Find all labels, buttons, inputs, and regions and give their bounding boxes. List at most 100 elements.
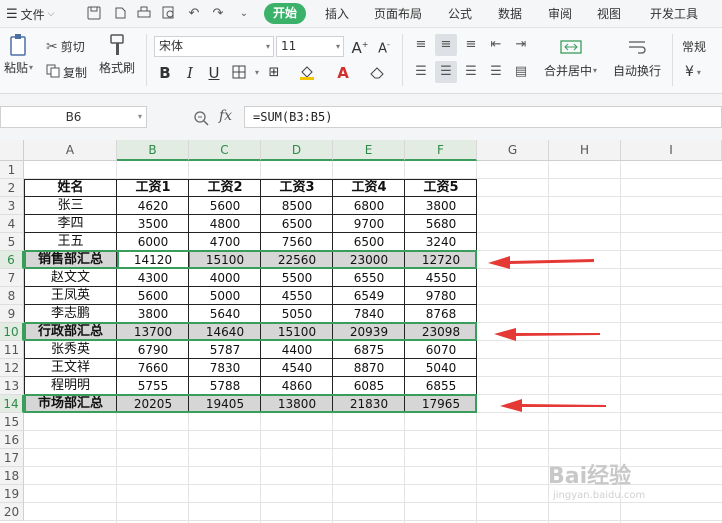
font-name-select[interactable]: 宋体 ▾ (154, 36, 274, 57)
data-cell[interactable]: 6070 (405, 341, 477, 359)
data-cell[interactable]: 程明明 (24, 377, 117, 395)
data-cell[interactable]: 6500 (261, 215, 333, 233)
data-cell[interactable]: 6800 (333, 197, 405, 215)
row-header-5[interactable]: 5 (0, 233, 24, 251)
justify-icon[interactable]: ☰ (485, 61, 507, 83)
decrease-font-icon[interactable]: A- (375, 36, 393, 56)
row-header-10[interactable]: 10 (0, 323, 24, 341)
column-header-f[interactable]: F (405, 140, 477, 161)
formula-input[interactable]: =SUM(B3:B5) (244, 106, 722, 128)
chevron-down-icon[interactable]: ▾ (248, 64, 266, 82)
tab-developer[interactable]: 开发工具 (650, 6, 698, 22)
data-cell[interactable]: 4620 (117, 197, 189, 215)
data-cell[interactable]: 6549 (333, 287, 405, 305)
row-header-1[interactable]: 1 (0, 161, 24, 179)
data-cell[interactable]: 7660 (117, 359, 189, 377)
eraser-icon[interactable] (368, 64, 386, 82)
data-cell[interactable]: 8870 (333, 359, 405, 377)
data-cell[interactable]: 5050 (261, 305, 333, 323)
row-header-17[interactable]: 17 (0, 449, 24, 467)
data-cell[interactable]: 6855 (405, 377, 477, 395)
print-preview-icon[interactable] (161, 6, 177, 22)
column-header-e[interactable]: E (333, 140, 405, 161)
data-cell[interactable]: 5788 (189, 377, 261, 395)
currency-button[interactable]: ¥ ▾ (685, 64, 701, 80)
data-cell[interactable]: 7560 (261, 233, 333, 251)
row-header-4[interactable]: 4 (0, 215, 24, 233)
data-cell[interactable]: 4000 (189, 269, 261, 287)
row-header-8[interactable]: 8 (0, 287, 24, 305)
row-header-13[interactable]: 13 (0, 377, 24, 395)
data-cell[interactable]: 5500 (261, 269, 333, 287)
tab-data[interactable]: 数据 (498, 6, 522, 22)
row-header-9[interactable]: 9 (0, 305, 24, 323)
data-cell[interactable]: 4540 (261, 359, 333, 377)
data-cell[interactable]: 4300 (117, 269, 189, 287)
column-header-g[interactable]: G (477, 140, 549, 161)
data-cell[interactable]: 王五 (24, 233, 117, 251)
wrap-text-button[interactable]: 自动换行 (613, 36, 661, 79)
row-header-7[interactable]: 7 (0, 269, 24, 287)
data-cell[interactable]: 5680 (405, 215, 477, 233)
data-cell[interactable]: 8768 (405, 305, 477, 323)
data-cell[interactable]: 4860 (261, 377, 333, 395)
header-cell[interactable]: 姓名 (24, 179, 117, 197)
data-cell[interactable]: 王文祥 (24, 359, 117, 377)
align-top-icon[interactable]: ≡ (410, 34, 432, 56)
row-header-3[interactable]: 3 (0, 197, 24, 215)
data-cell[interactable]: 6085 (333, 377, 405, 395)
format-painter-button[interactable]: 格式刷 (99, 33, 135, 76)
data-cell[interactable]: 6550 (333, 269, 405, 287)
export-pdf-icon[interactable] (112, 6, 128, 22)
data-cell[interactable]: 4400 (261, 341, 333, 359)
tab-review[interactable]: 审阅 (548, 6, 572, 22)
distributed-align-icon[interactable]: ▤ (510, 61, 532, 83)
align-left-icon[interactable]: ☰ (410, 61, 432, 83)
data-cell[interactable]: 6000 (117, 233, 189, 251)
column-header-d[interactable]: D (261, 140, 333, 161)
zoom-icon[interactable] (193, 110, 209, 130)
tab-home[interactable]: 开始 (264, 3, 307, 24)
select-all-corner[interactable] (0, 140, 24, 161)
align-bottom-icon[interactable]: ≡ (460, 34, 482, 56)
number-format-select[interactable]: 常规 (682, 38, 706, 55)
underline-icon[interactable]: U (205, 64, 223, 82)
row-header-15[interactable]: 15 (0, 413, 24, 431)
data-cell[interactable]: 3800 (405, 197, 477, 215)
align-center-icon[interactable]: ☰ (435, 61, 457, 83)
row-header-2[interactable]: 2 (0, 179, 24, 197)
copy-button[interactable]: 复制 (46, 64, 87, 81)
paste-button[interactable]: 粘贴 ▾ (4, 33, 33, 76)
row-header-18[interactable]: 18 (0, 467, 24, 485)
data-cell[interactable]: 5000 (189, 287, 261, 305)
data-cell[interactable]: 赵文文 (24, 269, 117, 287)
row-header-19[interactable]: 19 (0, 485, 24, 503)
align-right-icon[interactable]: ☰ (460, 61, 482, 83)
data-cell[interactable]: 张三 (24, 197, 117, 215)
data-cell[interactable]: 7830 (189, 359, 261, 377)
align-middle-icon[interactable]: ≡ (435, 34, 457, 56)
row-header-16[interactable]: 16 (0, 431, 24, 449)
data-cell[interactable]: 4550 (261, 287, 333, 305)
tab-insert[interactable]: 插入 (325, 6, 349, 22)
data-cell[interactable]: 李四 (24, 215, 117, 233)
data-cell[interactable]: 6875 (333, 341, 405, 359)
font-size-select[interactable]: 11 ▾ (276, 36, 344, 57)
file-menu[interactable]: ☰ 文件 ⌵ (6, 5, 55, 23)
data-cell[interactable]: 9700 (333, 215, 405, 233)
column-header-h[interactable]: H (549, 140, 621, 161)
header-cell[interactable]: 工资1 (117, 179, 189, 197)
cut-button[interactable]: ✂ 剪切 (46, 38, 85, 55)
data-cell[interactable]: 5600 (117, 287, 189, 305)
data-cell[interactable]: 3240 (405, 233, 477, 251)
column-header-a[interactable]: A (24, 140, 117, 161)
tab-formulas[interactable]: 公式 (448, 6, 472, 22)
data-cell[interactable]: 5640 (189, 305, 261, 323)
data-cell[interactable]: 3800 (117, 305, 189, 323)
data-cell[interactable]: 6500 (333, 233, 405, 251)
data-cell[interactable]: 8500 (261, 197, 333, 215)
data-cell[interactable]: 5040 (405, 359, 477, 377)
print-icon[interactable] (136, 6, 152, 22)
data-cell[interactable]: 4800 (189, 215, 261, 233)
function-icon[interactable]: fx (219, 108, 232, 124)
